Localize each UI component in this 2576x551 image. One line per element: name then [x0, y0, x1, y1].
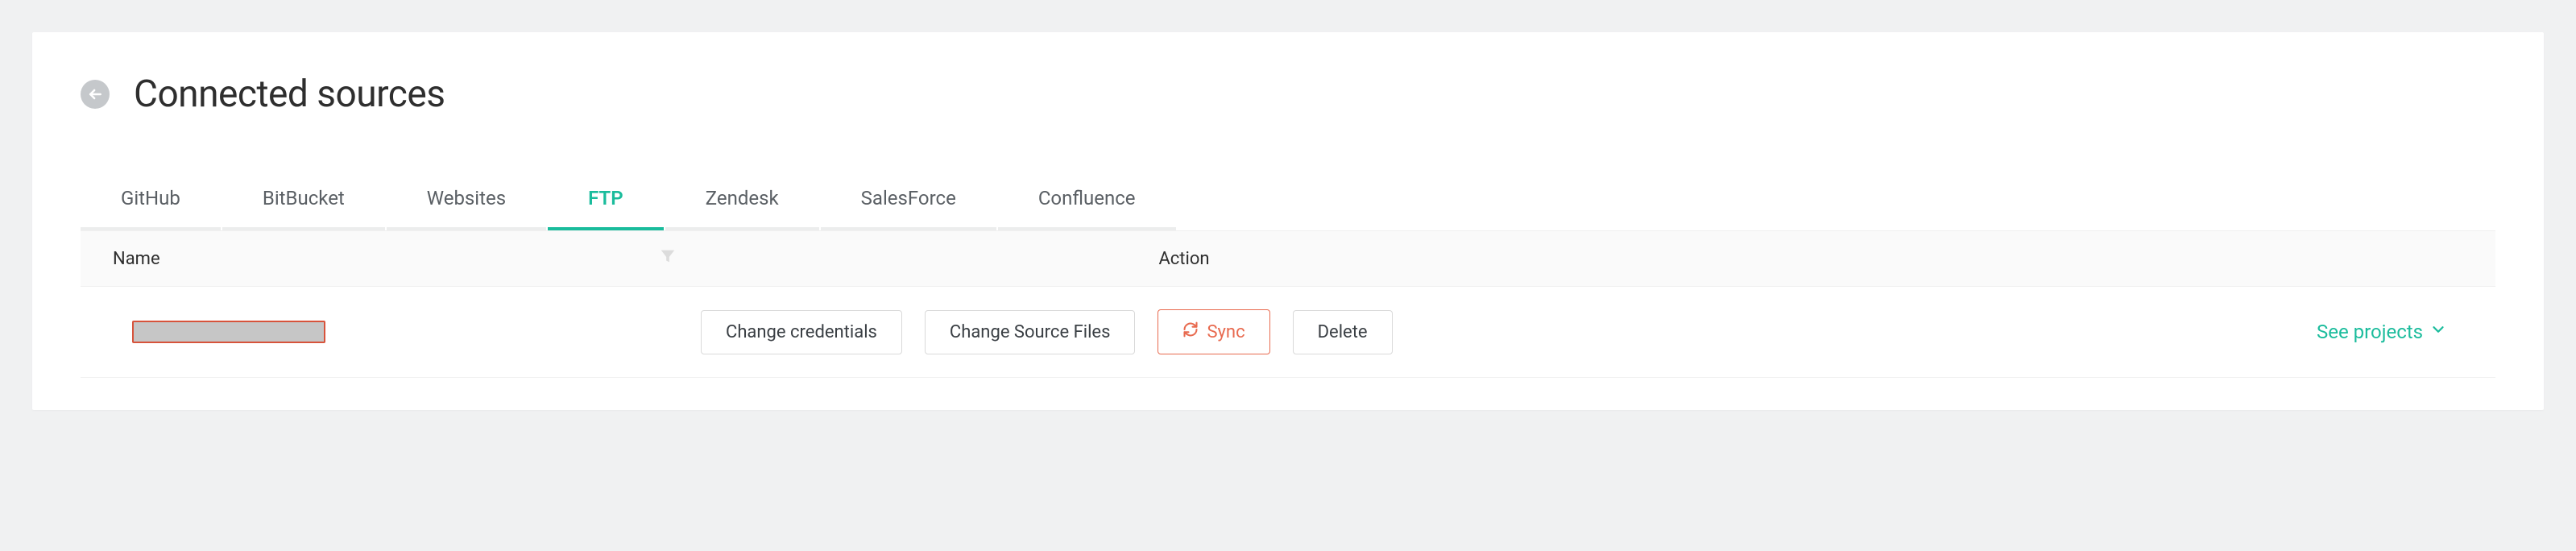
page-title: Connected sources	[134, 72, 445, 116]
redacted-name	[132, 321, 325, 343]
tabs: GitHub BitBucket Websites FTP Zendesk Sa…	[81, 172, 2495, 230]
sync-button-label: Sync	[1207, 322, 1245, 342]
see-projects-toggle[interactable]: See projects	[2317, 321, 2447, 343]
delete-button[interactable]: Delete	[1293, 310, 1393, 354]
filter-icon[interactable]	[659, 247, 677, 270]
page-header: Connected sources	[81, 72, 2495, 116]
sync-icon	[1182, 321, 1199, 342]
tab-github[interactable]: GitHub	[81, 172, 221, 230]
column-header-action: Action	[701, 249, 1667, 269]
tab-confluence[interactable]: Confluence	[998, 172, 1176, 230]
column-header-name: Name	[113, 247, 701, 270]
tab-bitbucket[interactable]: BitBucket	[222, 172, 385, 230]
row-actions: Change credentials Change Source Files S…	[701, 309, 1393, 354]
row-name-cell	[113, 321, 701, 343]
change-source-files-button[interactable]: Change Source Files	[925, 310, 1136, 354]
chevron-down-icon	[2429, 321, 2447, 343]
tab-ftp[interactable]: FTP	[548, 172, 664, 230]
table-header: Name Action	[81, 230, 2495, 287]
back-icon[interactable]	[81, 80, 110, 109]
table-row: Change credentials Change Source Files S…	[81, 287, 2495, 378]
tab-zendesk[interactable]: Zendesk	[665, 172, 819, 230]
see-projects-label: See projects	[2317, 321, 2423, 343]
connected-sources-card: Connected sources GitHub BitBucket Websi…	[32, 32, 2544, 410]
row-projects-cell: See projects	[2317, 321, 2463, 343]
change-credentials-button[interactable]: Change credentials	[701, 310, 902, 354]
sync-button[interactable]: Sync	[1158, 309, 1269, 354]
column-header-name-label: Name	[113, 249, 160, 269]
tab-salesforce[interactable]: SalesForce	[821, 172, 996, 230]
tab-websites[interactable]: Websites	[387, 172, 546, 230]
